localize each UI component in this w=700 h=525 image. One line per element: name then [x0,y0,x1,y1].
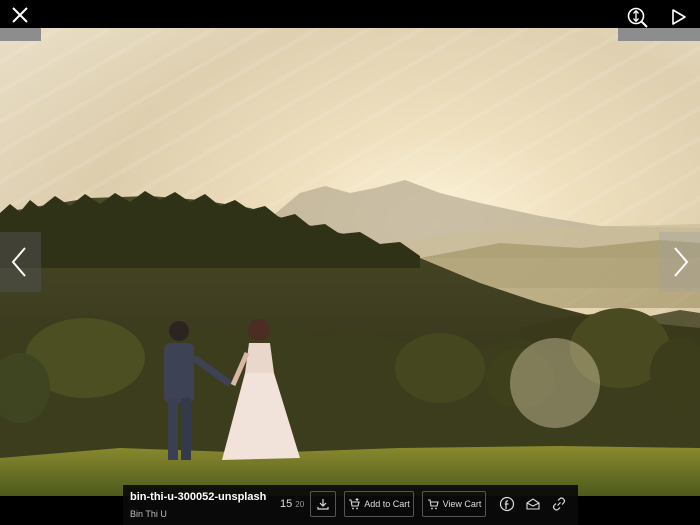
photo-scene [0,180,700,496]
facebook-icon[interactable] [499,496,515,512]
add-to-cart-button[interactable]: Add to Cart [344,491,414,517]
image-author: Bin Thi U [130,509,167,519]
link-icon[interactable] [551,496,567,512]
chevron-right-icon [674,247,689,277]
next-image-button[interactable] [659,232,700,292]
image-counter: 15 20 [280,498,304,510]
image-filename: bin-thi-u-300052-unsplash [130,491,267,503]
image-index: 15 [280,498,293,510]
zoom-icon[interactable] [626,6,650,28]
image-info-bar: bin-thi-u-300052-unsplash Bin Thi U 15 20… [123,485,578,525]
play-icon[interactable] [668,7,690,27]
mail-icon[interactable] [525,496,541,512]
close-icon[interactable] [8,6,32,26]
download-icon [317,499,329,510]
add-to-cart-label: Add to Cart [364,499,410,509]
cart-plus-icon [349,498,360,510]
main-photo [0,28,700,496]
view-cart-button[interactable]: View Cart [422,491,486,517]
previous-image-button[interactable] [0,232,41,292]
view-cart-label: View Cart [442,499,482,509]
chevron-left-icon [11,247,26,277]
top-toolbar [0,0,700,28]
download-button[interactable] [310,491,336,517]
top-right-tab [618,28,700,41]
cart-icon [427,499,439,510]
top-left-tab [0,28,41,41]
image-total: 20 [295,500,305,509]
